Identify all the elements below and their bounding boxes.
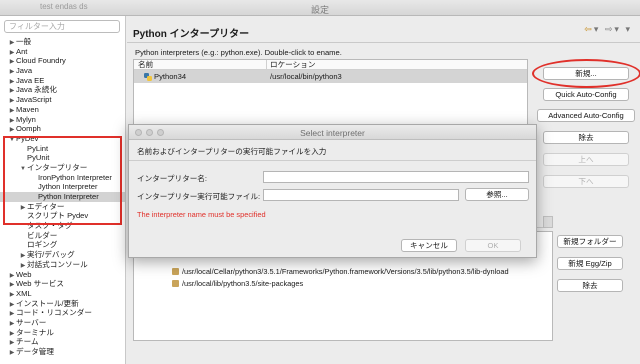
tree-item[interactable]: ▶ Web — [0, 269, 125, 280]
tree-item[interactable]: ロギング — [0, 240, 125, 250]
tree-item[interactable]: ▶ Java EE — [0, 75, 125, 86]
library-path: /usr/local/Cellar/python3/3.5.1/Framewor… — [182, 267, 509, 276]
remove-button[interactable]: 除去 — [543, 131, 629, 144]
select-interpreter-dialog: Select interpreter 名前およびインタープリターの実行可能ファイ… — [128, 124, 537, 258]
interpreter-location: /usr/local/bin/python3 — [270, 72, 342, 81]
tree-item[interactable]: ▶ データ管理 — [0, 347, 125, 359]
python-icon — [144, 73, 152, 81]
tree-item-label: Maven — [16, 104, 39, 114]
tree-item-label: Web — [16, 269, 32, 279]
folder-icon — [172, 280, 179, 287]
tree-item[interactable]: ▶ Cloud Foundry — [0, 56, 125, 66]
view-menu-icon[interactable]: ▾ — [625, 24, 632, 34]
tree-item[interactable]: ▶ Ant — [0, 46, 125, 57]
chevron-right-icon[interactable]: ▶ — [8, 349, 16, 359]
tree-item[interactable]: ▶ コード・リコメンダー — [0, 308, 125, 318]
tree-item-label: Java EE — [16, 75, 45, 85]
interpreter-exe-label: インタープリター実行可能ファイル: — [137, 192, 261, 201]
tree-item-label: サーバー — [16, 317, 47, 327]
tree-item-label: Java 永続化 — [16, 85, 57, 95]
tree-item[interactable]: ▶ Java 永続化 — [0, 85, 125, 95]
down-button[interactable]: 下へ — [543, 175, 629, 188]
tree-item-label: データ管理 — [16, 347, 54, 356]
quick-auto-config-button[interactable]: Quick Auto-Config — [543, 88, 629, 101]
chevron-down-icon[interactable]: ▾ — [614, 24, 621, 34]
tree-item-label: 対話式コンソール — [27, 259, 88, 269]
tab-scroll[interactable] — [543, 216, 553, 228]
tree-item[interactable]: ▶ 一般 — [0, 37, 125, 47]
tree-item-label: Oomph — [16, 124, 41, 134]
list-item[interactable]: /usr/local/lib/python3.5/site-packages — [172, 279, 303, 288]
tree-item-label: 一般 — [16, 37, 32, 46]
forward-arrow-icon[interactable]: ⇨ — [605, 24, 615, 34]
page-description: Python interpreters (e.g.: python.exe). … — [135, 48, 342, 57]
validation-error: The interpreter name must be specified — [137, 210, 266, 219]
preferences-sidebar: フィルター入力 ▶ 一般 ▶ Ant ▶ Cloud Foundry ▶ Java ▶ Java … — [0, 16, 126, 364]
library-path: /usr/local/lib/python3.5/site-packages — [182, 279, 304, 288]
new-interpreter-button[interactable]: 新規... — [543, 67, 629, 80]
tree-item-label: JavaScript — [16, 95, 52, 105]
tree-item[interactable]: ▶ JavaScript — [0, 95, 125, 105]
back-arrow-icon[interactable]: ⇦ — [584, 24, 594, 34]
tree-item[interactable]: ▶ Java — [0, 66, 125, 76]
tree-item-label: XML — [16, 288, 32, 298]
folder-icon — [172, 268, 179, 275]
column-divider — [266, 60, 267, 70]
advanced-auto-config-button[interactable]: Advanced Auto-Config — [537, 109, 635, 122]
interpreter-name-field[interactable] — [263, 171, 529, 183]
tree-item-label: Cloud Foundry — [16, 56, 66, 66]
tree-item[interactable]: ▶ 対話式コンソール — [0, 259, 125, 270]
window-titlebar: test endas ds 設定 — [0, 0, 640, 16]
tree-item-label: コード・リコメンダー — [16, 308, 92, 318]
tree-item-label: Mylyn — [16, 114, 36, 124]
new-folder-button[interactable]: 新規フォルダー — [557, 235, 623, 248]
tree-item[interactable]: ▶ Mylyn — [0, 114, 125, 125]
table-row[interactable]: Python34 /usr/local/bin/python3 — [134, 70, 527, 83]
pydev-highlight-box — [3, 136, 122, 225]
table-header: 名前 ロケーション — [134, 60, 527, 70]
tree-item-label: Java — [16, 66, 33, 76]
interpreter-exe-field[interactable] — [263, 189, 459, 201]
interpreter-name: Python34 — [154, 72, 187, 81]
chevron-down-icon[interactable]: ▾ — [594, 24, 601, 34]
list-item[interactable]: /usr/local/Cellar/python3/3.5.1/Framewor… — [172, 267, 509, 276]
tree-item-label: ビルダー — [27, 230, 58, 240]
tree-item[interactable]: ▶ インストール/更新 — [0, 298, 125, 309]
tree-item-label: ターミナル — [16, 327, 54, 337]
tree-item[interactable]: ▶ Oomph — [0, 124, 125, 134]
column-header-name[interactable]: 名前 — [138, 60, 153, 70]
browse-button[interactable]: 参照... — [465, 188, 529, 201]
column-header-location[interactable]: ロケーション — [270, 60, 315, 70]
tree-item[interactable]: ▶ サーバー — [0, 317, 125, 328]
dialog-description: 名前およびインタープリターの実行可能ファイルを入力 — [137, 147, 327, 156]
page-title: Python インタープリター — [133, 29, 250, 40]
tree-item[interactable]: ▶ チーム — [0, 337, 125, 347]
dialog-title: Select interpreter — [300, 128, 365, 138]
dialog-divider — [129, 160, 536, 161]
tree-item-label: チーム — [16, 337, 39, 347]
dialog-titlebar: Select interpreter — [129, 125, 536, 140]
tree-item-label: 実行/デバッグ — [27, 250, 75, 260]
new-egg-zip-button[interactable]: 新規 Egg/Zip — [557, 257, 623, 270]
window-title: 設定 — [310, 5, 329, 15]
tree-item[interactable]: ビルダー — [0, 230, 125, 241]
history-nav: ⇦▾ ⇨▾ ▾ — [584, 24, 632, 35]
cancel-button[interactable]: キャンセル — [401, 239, 457, 252]
interpreter-name-label: インタープリター名: — [137, 174, 207, 183]
tree-item-label: ロギング — [27, 240, 58, 250]
header-divider — [127, 42, 640, 43]
up-button[interactable]: 上へ — [543, 153, 629, 166]
tree-item-label: Ant — [16, 46, 28, 56]
tree-item[interactable]: ▶ Web サービス — [0, 279, 125, 289]
tree-item[interactable]: ▶ Maven — [0, 104, 125, 115]
tree-item[interactable]: ▶ ターミナル — [0, 327, 125, 338]
filter-input[interactable]: フィルター入力 — [4, 20, 120, 33]
tree-item[interactable]: ▶ 実行/デバッグ — [0, 250, 125, 260]
tree-item-label: Web サービス — [16, 279, 64, 289]
tree-item[interactable]: ▶ XML — [0, 288, 125, 299]
remove-library-button[interactable]: 除去 — [557, 279, 623, 292]
tree-item-label: インストール/更新 — [16, 298, 79, 308]
ok-button[interactable]: OK — [465, 239, 521, 252]
